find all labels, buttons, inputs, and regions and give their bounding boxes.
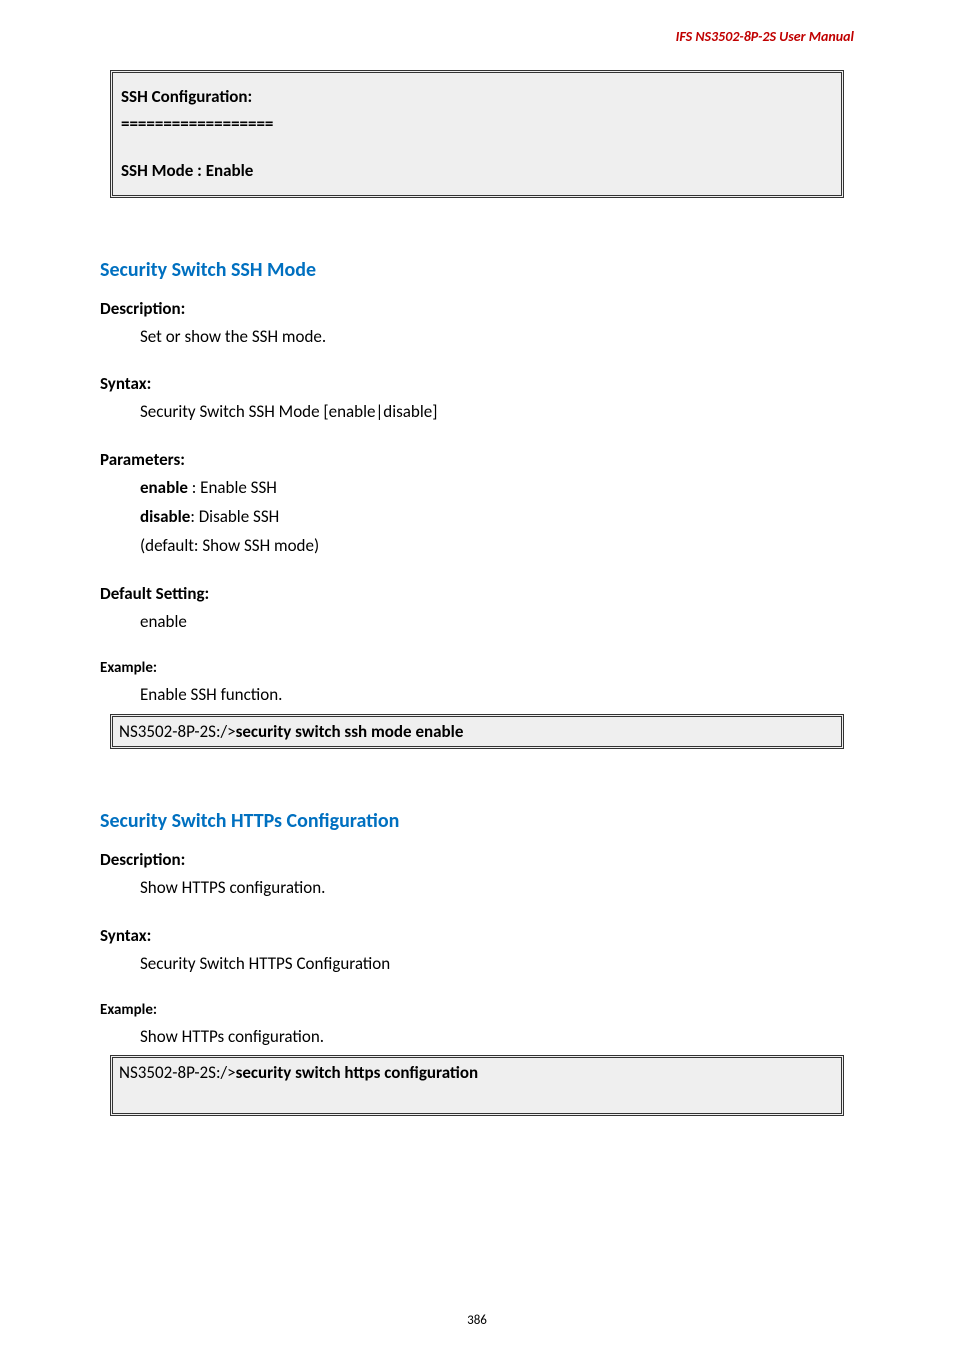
default-setting-label: Default Setting:: [100, 583, 854, 604]
param-enable-key: enable: [140, 477, 188, 498]
example-prompt: NS3502-8P-2S:/>: [119, 1062, 236, 1083]
param-disable-text: : Disable SSH: [190, 506, 279, 527]
description-text: Show HTTPS configuration.: [140, 874, 854, 903]
param-disable-key: disable: [140, 506, 190, 527]
syntax-text: Security Switch HTTPS Configuration: [140, 950, 854, 979]
ssh-config-output-box: SSH Configuration: ================== SS…: [110, 70, 844, 198]
ssh-config-line2: ==================: [121, 110, 833, 137]
section-https-config-title: Security Switch HTTPs Configuration: [100, 809, 854, 833]
example-command-box: NS3502-8P-2S:/>security switch https con…: [110, 1055, 844, 1116]
example-label: Example:: [100, 659, 854, 677]
parameters-block: enable : Enable SSH disable: Disable SSH…: [140, 474, 854, 561]
example-text: Enable SSH function.: [140, 681, 854, 710]
description-label: Description:: [100, 298, 854, 319]
param-enable-text: : Enable SSH: [188, 477, 277, 498]
description-label: Description:: [100, 849, 854, 870]
syntax-label: Syntax:: [100, 925, 854, 946]
page-number: 386: [0, 1313, 954, 1328]
ssh-config-line3: SSH Mode : Enable: [121, 157, 833, 184]
example-command-box: NS3502-8P-2S:/>security switch ssh mode …: [110, 714, 844, 749]
header-product: IFS NS3502-8P-2S User Manual: [676, 28, 854, 45]
default-setting-text: enable: [140, 608, 854, 637]
example-prompt: NS3502-8P-2S:/>: [119, 721, 236, 742]
example-command: security switch ssh mode enable: [236, 721, 464, 742]
syntax-label: Syntax:: [100, 373, 854, 394]
parameters-label: Parameters:: [100, 449, 854, 470]
section-ssh-mode-title: Security Switch SSH Mode: [100, 258, 854, 282]
param-default-text: (default: Show SSH mode): [140, 532, 854, 561]
example-text: Show HTTPs configuration.: [140, 1023, 854, 1052]
description-text: Set or show the SSH mode.: [140, 323, 854, 352]
ssh-config-line1: SSH Configuration:: [121, 83, 833, 110]
example-label: Example:: [100, 1001, 854, 1019]
syntax-text: Security Switch SSH Mode [enable|disable…: [140, 398, 854, 427]
example-command: security switch https configuration: [236, 1062, 479, 1083]
